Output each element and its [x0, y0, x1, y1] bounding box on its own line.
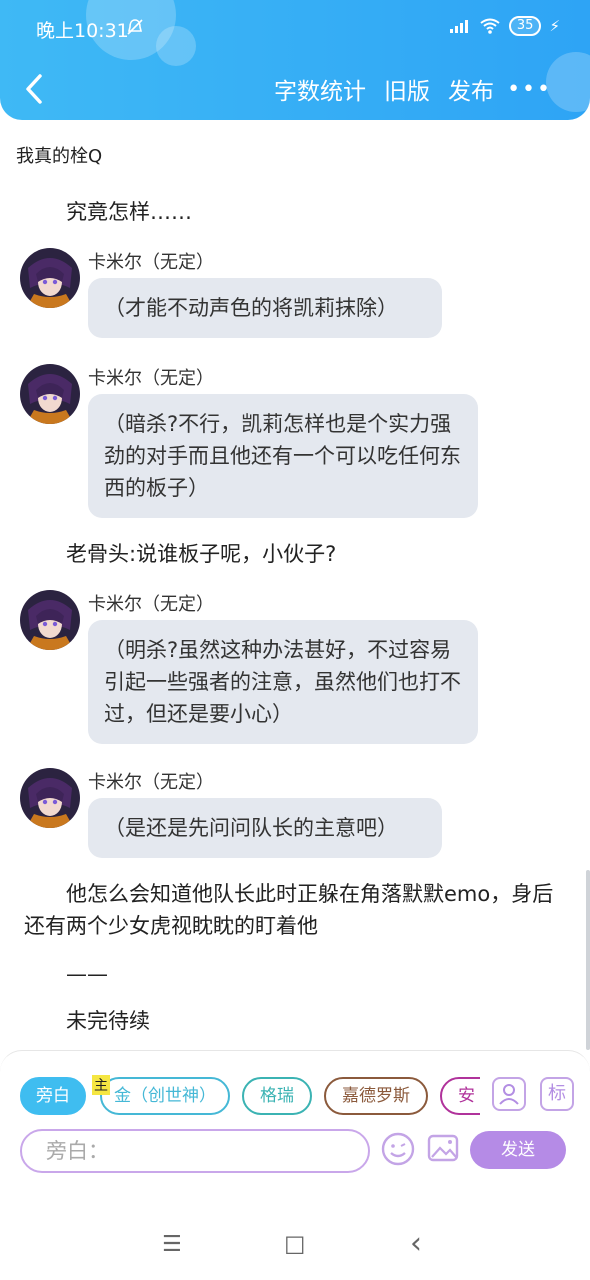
- emoji-icon[interactable]: [380, 1131, 416, 1167]
- message-bubble[interactable]: （是还是先问问队长的主意吧）: [88, 798, 442, 858]
- role-chip-jin[interactable]: 金（创世神）: [100, 1077, 230, 1115]
- image-icon[interactable]: [426, 1131, 460, 1165]
- charging-icon: ⚡: [549, 17, 560, 35]
- main-role-tag: 主: [92, 1075, 110, 1095]
- chat-message: 卡米尔（无定） （明杀?虽然这种办法甚好，不过容易引起一些强者的注意，虽然他们也…: [20, 590, 490, 750]
- speaker-name: 卡米尔（无定）: [88, 594, 214, 615]
- scrollbar[interactable]: [586, 870, 590, 1050]
- menu-icon[interactable]: ☰: [162, 1232, 182, 1257]
- old-version-button[interactable]: 旧版: [384, 72, 430, 106]
- back-icon[interactable]: ‹: [410, 1226, 422, 1261]
- status-icons: 35 ⚡: [449, 16, 560, 36]
- narration-line: 老骨头:说谁板子呢，小伙子?: [66, 542, 337, 566]
- chat-message: 卡米尔（无定） （才能不动声色的将凯莉抹除）: [20, 248, 490, 348]
- nav-actions: 字数统计 旧版 发布: [274, 72, 494, 106]
- more-options-button[interactable]: •••: [507, 77, 552, 102]
- narration-line: 未完待续: [66, 1009, 150, 1033]
- signal-icon: [449, 20, 468, 33]
- role-chip-an[interactable]: 安: [440, 1077, 480, 1115]
- avatar[interactable]: [20, 590, 80, 650]
- role-chip-jiadeluosi[interactable]: 嘉德罗斯: [324, 1077, 428, 1115]
- battery-indicator: 35: [508, 16, 542, 36]
- publish-button[interactable]: 发布: [448, 72, 494, 106]
- speaker-name: 卡米尔（无定）: [88, 772, 214, 793]
- back-arrow-icon[interactable]: [20, 70, 50, 108]
- speaker-name: 卡米尔（无定）: [88, 368, 214, 389]
- chat-message: 卡米尔（无定） （暗杀?不行，凯莉怎样也是个实力强劲的对手而且他还有一个可以吃任…: [20, 364, 490, 524]
- status-bar: 晚上10:31 35 ⚡: [0, 0, 590, 56]
- narration-line: ——: [66, 962, 108, 986]
- book-title: 我真的栓Q: [16, 146, 103, 167]
- avatar[interactable]: [20, 364, 80, 424]
- message-bubble[interactable]: （暗杀?不行，凯莉怎样也是个实力强劲的对手而且他还有一个可以吃任何东西的板子）: [88, 394, 478, 518]
- avatar[interactable]: [20, 248, 80, 308]
- wifi-icon: [480, 18, 500, 34]
- role-chip-narration[interactable]: 旁白: [20, 1077, 86, 1115]
- character-icon[interactable]: [492, 1077, 526, 1111]
- chat-message: 卡米尔（无定） （是还是先问问队长的主意吧）: [20, 768, 490, 868]
- home-icon[interactable]: ☐: [284, 1232, 306, 1260]
- system-nav-bar: ☰ ☐ ‹: [0, 1210, 590, 1280]
- status-time: 晚上10:31: [36, 20, 129, 42]
- message-input[interactable]: 旁白：: [20, 1129, 370, 1173]
- avatar[interactable]: [20, 768, 80, 828]
- word-count-button[interactable]: 字数统计: [274, 72, 366, 106]
- message-bubble[interactable]: （明杀?虽然这种办法甚好，不过容易引起一些强者的注意，虽然他们也打不过，但还是要…: [88, 620, 478, 744]
- composer-panel: 旁白 金（创世神） 格瑞 嘉德罗斯 安 主 标 旁白： 发送: [0, 1050, 590, 1210]
- send-button[interactable]: 发送: [470, 1131, 566, 1169]
- top-nav: 字数统计 旧版 发布 •••: [0, 70, 590, 110]
- role-chip-row[interactable]: 旁白 金（创世神） 格瑞 嘉德罗斯 安: [20, 1077, 480, 1117]
- message-bubble[interactable]: （才能不动声色的将凯莉抹除）: [88, 278, 442, 338]
- app-header: 晚上10:31 35 ⚡ 字数统计 旧版 发布 •••: [0, 0, 590, 120]
- role-chip-grey[interactable]: 格瑞: [242, 1077, 312, 1115]
- narration-line: 究竟怎样……: [66, 200, 192, 224]
- mute-bell-icon: [127, 19, 143, 35]
- speaker-name: 卡米尔（无定）: [88, 252, 214, 273]
- tag-button[interactable]: 标: [540, 1077, 574, 1111]
- narration-line: 他怎么会知道他队长此时正躲在角落默默emo，身后还有两个少女虎视眈眈的盯着他: [24, 882, 554, 938]
